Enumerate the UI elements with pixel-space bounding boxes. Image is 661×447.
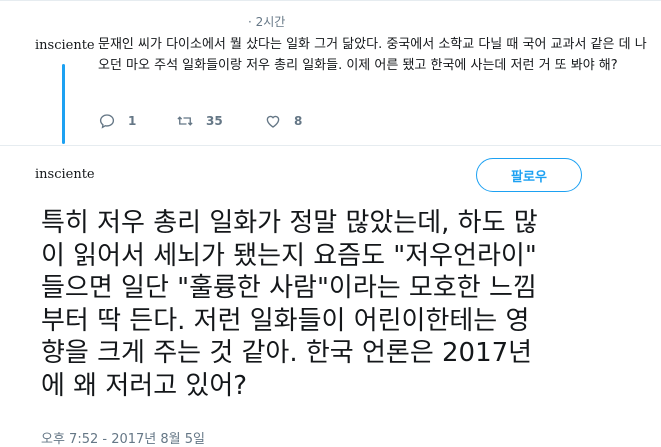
main-author-handle[interactable]: insciente [35,167,95,182]
retweet-count: 35 [206,114,223,128]
thread-connector [62,64,65,144]
reply-icon [99,114,115,129]
tweet-divider [0,145,661,146]
follow-button[interactable]: 팔로우 [476,158,582,192]
main-tweet-timestamp[interactable]: 오후 7:52 - 2017년 8월 5일 [41,428,205,447]
retweet-button[interactable]: 35 [176,112,223,130]
retweet-icon [177,116,193,126]
top-divider [0,0,661,1]
reply-time-ago[interactable]: · 2시간 [248,13,285,30]
reply-tweet-text: 문재인 씨가 다이소에서 뭘 샀다는 일화 그거 닮았다. 중국에서 소학교 다… [98,37,647,73]
reply-count: 1 [128,114,137,128]
reply-author-handle[interactable]: insciente [35,38,95,53]
like-count: 8 [294,114,303,128]
like-button[interactable]: 8 [264,112,302,130]
reply-button[interactable]: 1 [98,112,136,130]
main-tweet-text: 특히 저우 총리 일화가 정말 많았는데, 하도 많 이 읽어서 세뇌가 됐는지… [41,208,538,401]
like-icon [266,115,280,128]
